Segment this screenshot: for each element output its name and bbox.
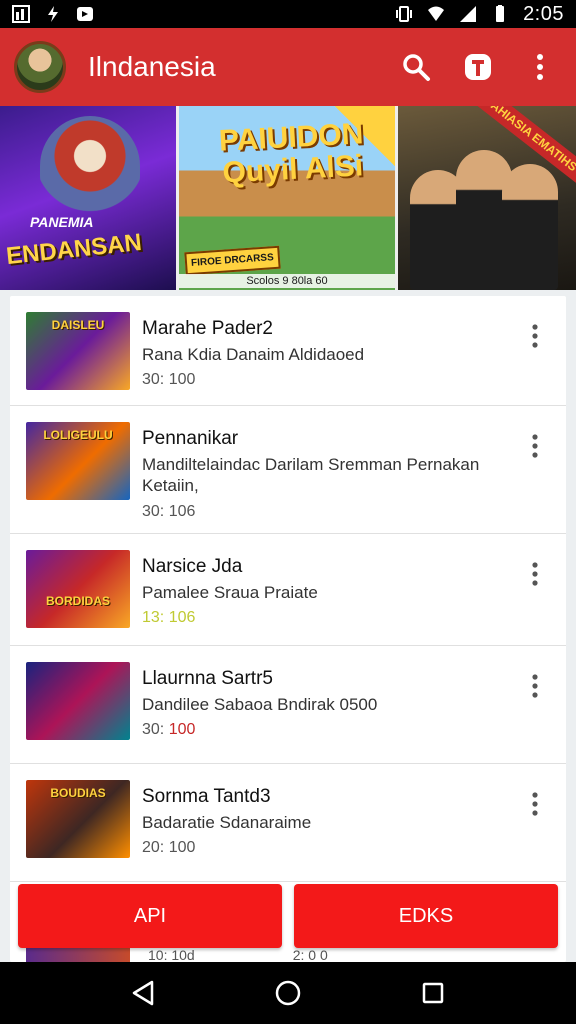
item-title: Sornma Tantd3	[142, 786, 271, 807]
more-vert-icon	[532, 324, 538, 348]
more-vert-icon	[532, 674, 538, 698]
item-more-button[interactable]	[520, 554, 550, 594]
system-nav-bar	[0, 962, 576, 1024]
notification-icon	[12, 5, 30, 23]
back-icon	[132, 980, 153, 1006]
app-bar: Ilndanesia	[0, 28, 576, 106]
recents-button[interactable]	[413, 973, 453, 1013]
edks-button[interactable]: EDKS	[294, 884, 558, 948]
app-title: Ilndanesia	[88, 51, 216, 82]
hero-artwork	[40, 116, 140, 216]
item-more-button[interactable]	[520, 666, 550, 706]
vibrate-icon	[396, 6, 413, 22]
game-list: DAISLEU Marahe Pader2 Rana Kdia Danaim A…	[0, 290, 576, 962]
more-options-button[interactable]	[518, 45, 562, 89]
avatar[interactable]	[14, 41, 66, 93]
item-more-button[interactable]	[520, 784, 550, 824]
featured-banner: PANEMIA ENDANSAN PAIUIDON Quyil AlSi FIR…	[0, 106, 576, 290]
recents-icon	[423, 982, 444, 1004]
home-button[interactable]	[268, 973, 308, 1013]
game-thumbnail: DAISLEU	[26, 312, 130, 390]
more-vert-icon	[537, 54, 543, 80]
wifi-icon	[428, 6, 445, 21]
character-figure	[502, 164, 558, 290]
search-icon	[403, 54, 430, 81]
home-icon	[275, 980, 301, 1006]
list-card: DAISLEU Marahe Pader2 Rana Kdia Danaim A…	[10, 296, 566, 962]
banner-tile-2-strip: Scolos 9 80la 60	[179, 274, 395, 288]
game-thumbnail: BORDIDAS	[26, 550, 130, 628]
message-icon	[77, 7, 93, 21]
item-meta: 30: 106	[142, 502, 196, 520]
game-thumbnail: BOUDIAS	[26, 780, 130, 858]
item-title: Narsice Jda	[142, 556, 243, 577]
more-vert-icon	[532, 434, 538, 458]
list-item[interactable]: BOUDIAS Sornma Tantd3 Badaratie Sdanarai…	[10, 764, 566, 882]
banner-tile-2-badge: FIROE DRCARSS	[184, 245, 281, 276]
action-bar: API EDKS	[0, 880, 576, 962]
clock: 2:05	[523, 2, 564, 25]
list-item[interactable]: LOLIGEULU Pennanikar Mandiltelaindac Dar…	[10, 406, 566, 534]
item-title: Llaurnna Sartr5	[142, 668, 273, 689]
banner-tile-1-title: ENDANSAN	[4, 228, 144, 271]
item-title: Marahe Pader2	[142, 318, 273, 339]
api-button[interactable]: API	[18, 884, 282, 948]
list-item[interactable]: BORDIDAS Narsice Jda Pamalee Sraua Praia…	[10, 534, 566, 646]
more-vert-icon	[532, 562, 538, 586]
more-vert-icon	[532, 792, 538, 816]
list-item[interactable]: DAISLEU Marahe Pader2 Rana Kdia Danaim A…	[10, 296, 566, 406]
item-more-button[interactable]	[520, 316, 550, 356]
item-description: Pamalee Sraua Praiate	[142, 583, 318, 602]
search-button[interactable]	[394, 45, 438, 89]
item-description: Mandiltelaindac Darilam Sremman Pernakan…	[142, 455, 480, 496]
game-thumbnail	[26, 662, 130, 740]
banner-tile-1-subtitle: PANEMIA	[30, 214, 94, 230]
item-more-button[interactable]	[520, 426, 550, 466]
item-meta: 20: 100	[142, 839, 196, 857]
banner-tile-1[interactable]: PANEMIA ENDANSAN	[0, 106, 176, 290]
logo-button[interactable]	[456, 45, 500, 89]
list-item[interactable]: Llaurnna Sartr5 Dandilee Sabaoa Bndirak …	[10, 646, 566, 764]
signal-icon	[460, 6, 477, 22]
item-meta: 13: 106	[142, 609, 196, 627]
logo-icon	[465, 54, 491, 80]
status-bar: 2:05	[0, 0, 576, 28]
item-description: Rana Kdia Danaim Aldidaoed	[142, 345, 365, 364]
banner-tile-2[interactable]: PAIUIDON Quyil AlSi FIROE DRCARSS Scolos…	[176, 106, 398, 290]
back-button[interactable]	[123, 973, 163, 1013]
banner-tile-3[interactable]: FAHIASIA EMATIHS	[398, 106, 576, 290]
item-meta: 30: 100	[142, 721, 196, 739]
banner-tile-2-title: PAIUIDON Quyil AlSi	[218, 117, 365, 190]
game-thumbnail: LOLIGEULU	[26, 422, 130, 500]
item-description: Badaratie Sdanaraime	[142, 813, 312, 832]
battery-icon	[496, 5, 505, 22]
item-description: Dandilee Sabaoa Bndirak 0500	[142, 695, 378, 714]
item-meta: 30: 100	[142, 371, 196, 389]
flash-icon	[48, 6, 58, 22]
item-title: Pennanikar	[142, 428, 239, 449]
